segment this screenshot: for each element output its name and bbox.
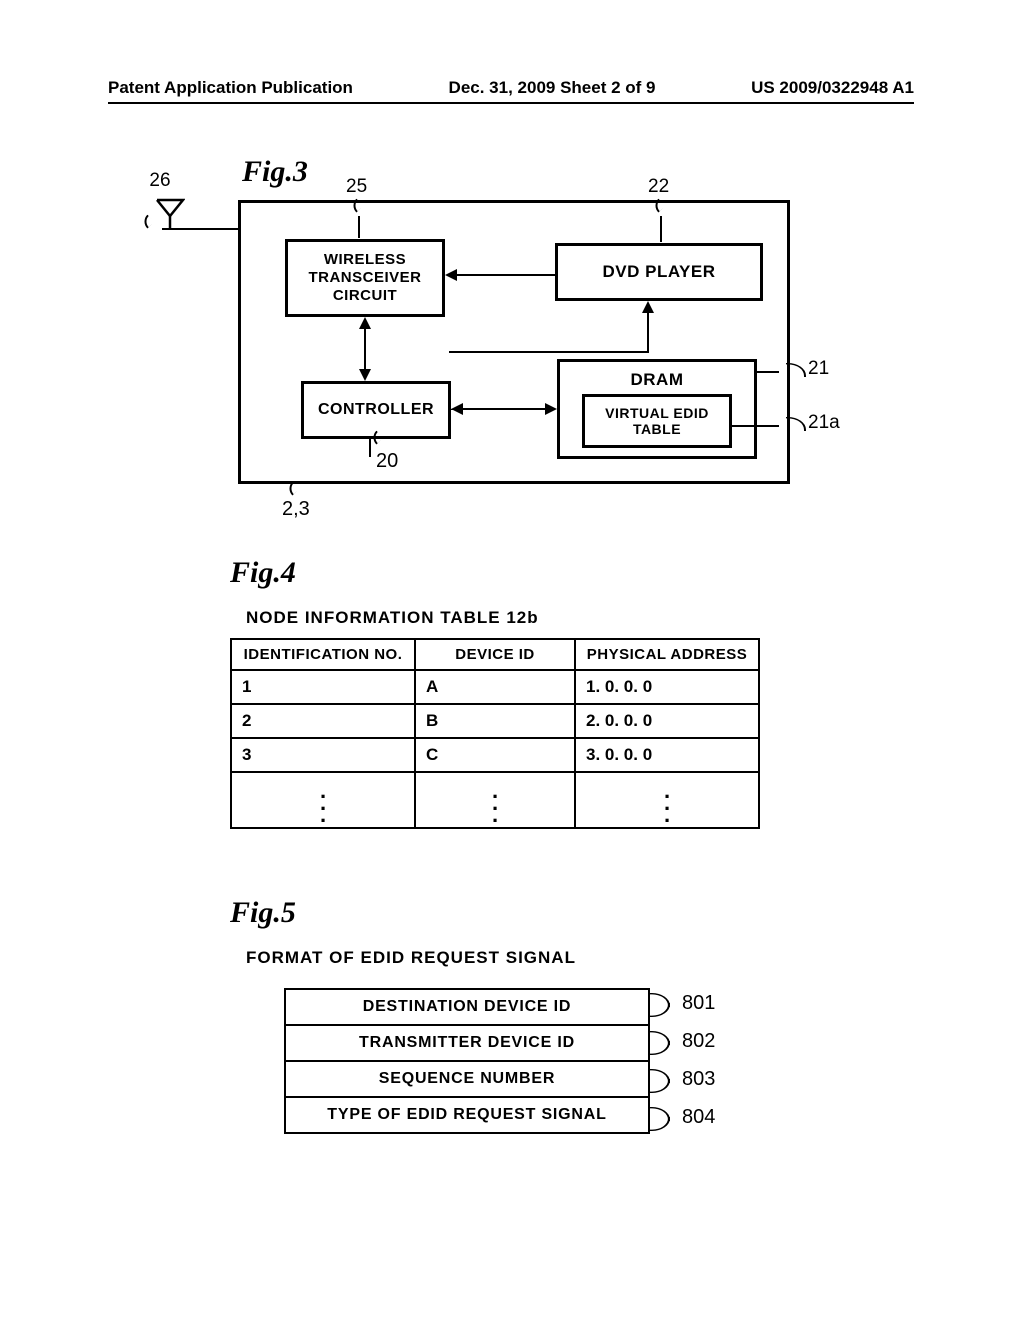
ref-22: 22 [648,176,669,198]
fig4-caption: NODE INFORMATION TABLE 12b [246,608,539,628]
table-header-row: IDENTIFICATION NO. DEVICE ID PHYSICAL AD… [231,639,759,670]
header-right: US 2009/0322948 A1 [751,78,914,98]
ref-20: 20 [376,450,398,473]
node-information-table: IDENTIFICATION NO. DEVICE ID PHYSICAL AD… [230,638,760,829]
table-row: 2 B 2. 0. 0. 0 [231,704,759,738]
ref-26: 26 [130,170,190,192]
ref-804: 804 [682,1106,715,1129]
fig5-caption: FORMAT OF EDID REQUEST SIGNAL [246,948,576,968]
fig4-title: Fig.4 [230,556,296,590]
fig3-title: Fig.3 [242,155,308,189]
block-dvd-player: DVD PLAYER [555,243,763,301]
ref-21a: 21a [808,412,840,434]
fig3-outer-box: WIRELESS TRANSCEIVER CIRCUIT DVD PLAYER … [238,200,790,484]
ref-801: 801 [682,992,715,1015]
edid-request-format-table: DESTINATION DEVICE ID TRANSMITTER DEVICE… [284,988,650,1134]
block-wireless-transceiver: WIRELESS TRANSCEIVER CIRCUIT [285,239,445,317]
page-header: Patent Application Publication Dec. 31, … [108,78,914,104]
ref-21: 21 [808,358,829,380]
col-device-id: DEVICE ID [415,639,575,670]
col-identification-no: IDENTIFICATION NO. [231,639,415,670]
antenna-lead [162,228,238,230]
col-physical-address: PHYSICAL ADDRESS [575,639,759,670]
ref-802: 802 [682,1030,715,1053]
table-row: 3 C 3. 0. 0. 0 [231,738,759,772]
table-row: SEQUENCE NUMBER [285,1061,649,1097]
ref-803: 803 [682,1068,715,1091]
ref-2-3: 2,3 [282,498,310,521]
table-row: DESTINATION DEVICE ID [285,989,649,1025]
fig5-title: Fig.5 [230,896,296,930]
ref-25: 25 [346,176,367,198]
table-row: TRANSMITTER DEVICE ID [285,1025,649,1061]
table-row: TYPE OF EDID REQUEST SIGNAL [285,1097,649,1133]
table-row-ellipsis: ... ... ... [231,772,759,828]
antenna-ref-wrap: 26 [130,170,190,233]
header-left: Patent Application Publication [108,78,353,98]
antenna-icon [155,198,185,228]
table-row: 1 A 1. 0. 0. 0 [231,670,759,704]
header-center: Dec. 31, 2009 Sheet 2 of 9 [449,78,656,98]
